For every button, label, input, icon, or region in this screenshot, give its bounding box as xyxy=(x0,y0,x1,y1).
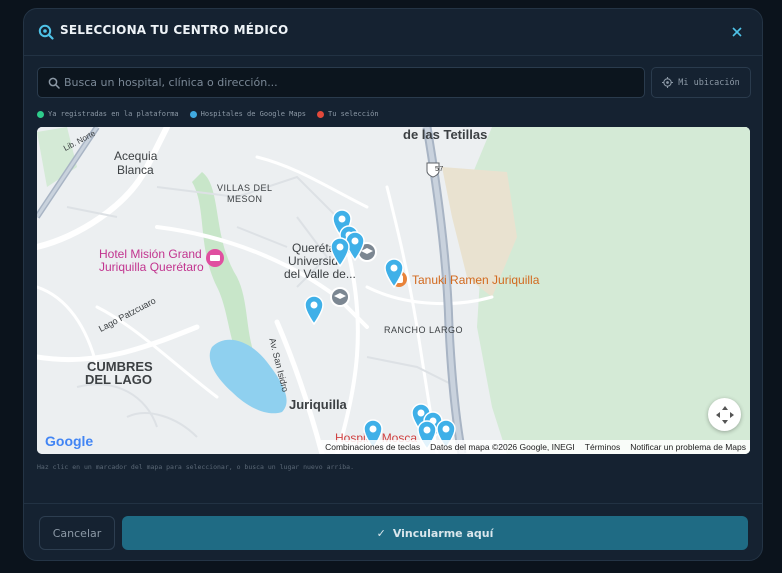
search-box xyxy=(37,67,645,98)
map-label-rancho-largo: RANCHO LARGO xyxy=(384,325,464,335)
cancel-button[interactable]: Cancelar xyxy=(39,516,115,550)
hospital-pin[interactable] xyxy=(330,237,350,267)
modal-header: SELECCIONA TU CENTRO MÉDICO xyxy=(24,9,762,56)
legend-item-selection: Tu selección xyxy=(317,110,379,118)
legend-label: Hospitales de Google Maps xyxy=(200,110,307,118)
map-label-tetillas: de las Tetillas xyxy=(403,127,488,142)
select-medical-center-modal: SELECCIONA TU CENTRO MÉDICO Mi ubicación xyxy=(23,8,763,561)
map-attribution: Combinaciones de teclas Datos del mapa ©… xyxy=(321,440,750,454)
map-label-tanuki: Tanuki Ramen Juriquilla xyxy=(412,273,540,287)
modal-footer: Cancelar ✓ Vincularme aquí xyxy=(24,503,762,560)
crosshair-icon xyxy=(662,77,674,88)
map-label-villas: VILLAS DEL xyxy=(217,183,273,193)
my-location-button[interactable]: Mi ubicación xyxy=(651,67,751,98)
blue-dot-icon xyxy=(189,110,197,118)
fullscreen-button[interactable] xyxy=(708,398,741,431)
map-data-text: Datos del mapa ©2026 Google, INEGI xyxy=(430,442,575,452)
legend-label: Tu selección xyxy=(328,110,379,118)
search-icon xyxy=(48,77,60,89)
move-arrows-icon xyxy=(715,405,734,424)
map-label-juriquilla: Juriquilla xyxy=(289,397,347,412)
map-label-acequia: Acequia xyxy=(114,149,158,163)
map-view[interactable]: de las Tetillas 57 Acequia Blanca VILLAS… xyxy=(37,127,750,454)
check-icon: ✓ xyxy=(376,526,386,540)
map-label-university-3: del Valle de... xyxy=(284,267,356,281)
report-problem-link[interactable]: Notificar un problema de Maps xyxy=(630,442,746,452)
map-label-meson: MESON xyxy=(227,194,263,204)
search-input[interactable] xyxy=(64,68,639,97)
close-icon xyxy=(732,27,742,37)
close-button[interactable] xyxy=(726,21,748,43)
map-label-blanca: Blanca xyxy=(117,163,154,177)
legend-label: Ya registradas en la plataforma xyxy=(48,110,179,118)
green-dot-icon xyxy=(37,110,44,118)
link-here-label: Vincularme aquí xyxy=(392,526,494,540)
hospital-pin[interactable] xyxy=(304,295,324,325)
modal-title: SELECCIONA TU CENTRO MÉDICO xyxy=(60,23,289,37)
search-location-icon xyxy=(38,24,54,40)
link-here-button[interactable]: ✓ Vincularme aquí xyxy=(122,516,748,550)
red-dot-icon xyxy=(317,110,325,118)
keyboard-shortcuts-link[interactable]: Combinaciones de teclas xyxy=(325,442,420,452)
map-label-del-lago: DEL LAGO xyxy=(85,372,152,387)
legend-item-registered: Ya registradas en la plataforma xyxy=(37,110,179,118)
map-legend: Ya registradas en la plataforma Hospital… xyxy=(37,108,379,120)
my-location-label: Mi ubicación xyxy=(678,77,740,88)
highway-label: 57 xyxy=(435,166,444,173)
map-hint: Haz clic en un marcador del mapa para se… xyxy=(37,463,354,471)
map-label-hotel-2: Juriquilla Querétaro xyxy=(99,260,204,274)
legend-item-google: Hospitales de Google Maps xyxy=(189,110,307,118)
hospital-pin[interactable] xyxy=(384,258,404,288)
terms-link[interactable]: Términos xyxy=(585,442,620,452)
google-logo: Google xyxy=(45,433,94,449)
